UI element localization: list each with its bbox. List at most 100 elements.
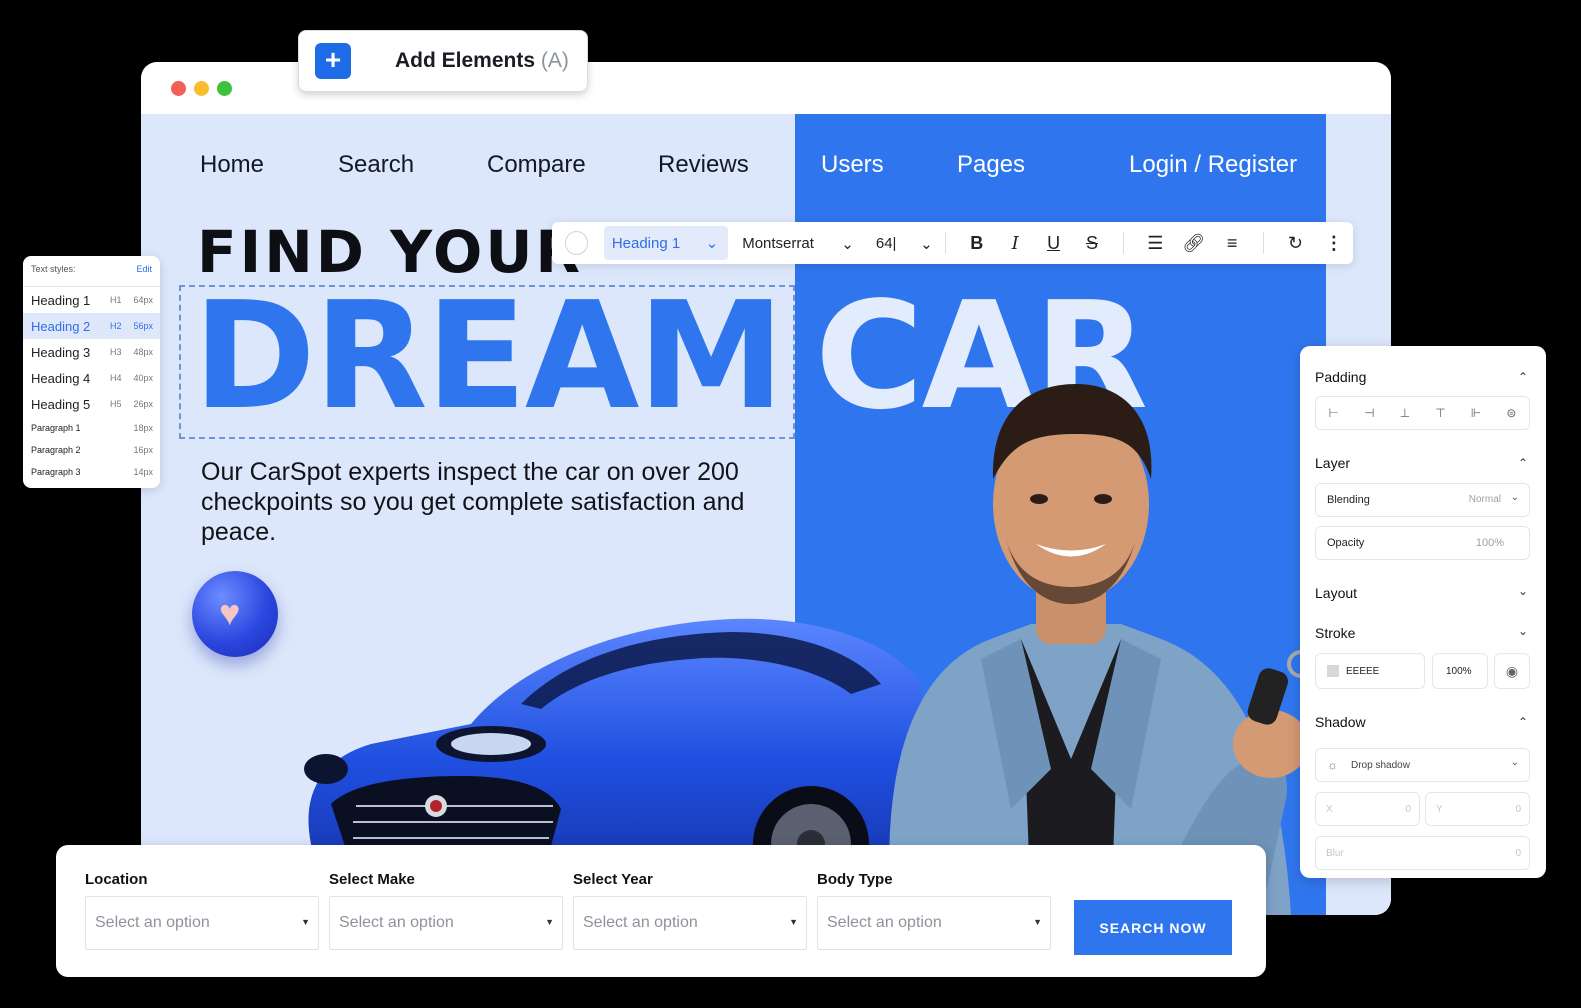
year-select[interactable]: Select an option ▼ bbox=[573, 896, 807, 950]
add-elements-button[interactable]: + Add Elements (A) bbox=[298, 30, 588, 92]
stroke-opacity-field[interactable]: 100% bbox=[1432, 653, 1488, 689]
text-style-tag: H5 bbox=[110, 399, 122, 409]
chevron-up-icon[interactable]: ⌃ bbox=[1518, 715, 1528, 729]
maximize-dot[interactable] bbox=[217, 81, 232, 96]
blending-label: Blending bbox=[1327, 494, 1370, 506]
sun-icon: ☼ bbox=[1327, 758, 1338, 772]
text-styles-edit-link[interactable]: Edit bbox=[136, 264, 152, 274]
nav-home[interactable]: Home bbox=[200, 151, 264, 179]
align-bottom-icon[interactable]: ⊥ bbox=[1400, 406, 1410, 420]
nav-login-register[interactable]: Login / Register bbox=[1129, 151, 1297, 179]
layer-section-title[interactable]: Layer bbox=[1315, 455, 1350, 471]
font-family-dropdown[interactable]: Montserrat ⌄ bbox=[742, 234, 854, 253]
text-style-row[interactable]: Heading 5 H5 26px bbox=[23, 391, 160, 417]
body-type-select[interactable]: Select an option ▼ bbox=[817, 896, 1051, 950]
car-search-form: Location Select an option ▼ Select Make … bbox=[56, 845, 1266, 977]
chevron-down-icon[interactable]: ⌄ bbox=[1518, 584, 1528, 598]
text-style-size: 56px bbox=[133, 321, 153, 331]
align-right-icon[interactable]: ⊣ bbox=[1364, 406, 1374, 420]
strikethrough-icon[interactable]: S bbox=[1078, 233, 1106, 254]
text-style-name: Heading 2 bbox=[31, 318, 91, 334]
shadow-blur-field[interactable]: Blur 0 bbox=[1315, 836, 1530, 870]
text-style-tag: H4 bbox=[110, 373, 122, 383]
chevron-down-icon[interactable]: ⌄ bbox=[1518, 624, 1528, 638]
shadow-type-value: Drop shadow bbox=[1351, 760, 1410, 771]
year-label: Select Year bbox=[573, 871, 653, 888]
plus-icon: + bbox=[315, 43, 351, 79]
minimize-dot[interactable] bbox=[194, 81, 209, 96]
padding-section-title[interactable]: Padding bbox=[1315, 369, 1366, 385]
location-placeholder: Select an option bbox=[95, 914, 210, 931]
align-center-v-icon[interactable]: ⊜ bbox=[1506, 406, 1516, 420]
make-placeholder: Select an option bbox=[339, 914, 454, 931]
text-style-row[interactable]: Paragraph 2 16px bbox=[23, 439, 160, 461]
text-style-dropdown[interactable]: Heading 1 ⌄ bbox=[603, 226, 729, 260]
underline-icon[interactable]: U bbox=[1039, 233, 1067, 254]
text-style-size: 40px bbox=[133, 373, 153, 383]
align-top-icon[interactable]: ⊤ bbox=[1435, 406, 1445, 420]
chevron-up-icon[interactable]: ⌃ bbox=[1518, 456, 1528, 470]
shadow-section-title[interactable]: Shadow bbox=[1315, 714, 1366, 730]
padding-controls: ⊢ ⊣ ⊥ ⊤ ⊩ ⊜ bbox=[1315, 396, 1530, 430]
make-select[interactable]: Select an option ▼ bbox=[329, 896, 563, 950]
location-group: Location Select an option ▼ bbox=[85, 871, 319, 950]
text-style-name: Paragraph 1 bbox=[31, 423, 81, 433]
align-icon[interactable]: ≡ bbox=[1218, 233, 1246, 254]
add-elements-label: Add Elements (A) bbox=[395, 49, 569, 72]
nav-compare[interactable]: Compare bbox=[487, 151, 586, 179]
nav-pages[interactable]: Pages bbox=[957, 151, 1025, 179]
make-label: Select Make bbox=[329, 871, 415, 888]
blending-field[interactable]: Blending Normal ⌄ bbox=[1315, 483, 1530, 517]
caret-down-icon: ▼ bbox=[301, 917, 310, 927]
nav-search[interactable]: Search bbox=[338, 151, 414, 179]
chevron-down-icon: ⌄ bbox=[841, 235, 854, 253]
list-icon[interactable]: ☰ bbox=[1141, 233, 1169, 254]
toolbar-divider bbox=[1123, 232, 1125, 254]
text-style-row[interactable]: Heading 1 H1 64px bbox=[23, 287, 160, 313]
font-size-value: 64| bbox=[875, 234, 897, 252]
more-icon[interactable]: ⋮ bbox=[1320, 233, 1348, 254]
shadow-type-dropdown[interactable]: ☼ Drop shadow ⌄ bbox=[1315, 748, 1530, 782]
search-now-button[interactable]: SEARCH NOW bbox=[1074, 900, 1232, 955]
font-family-value: Montserrat bbox=[742, 234, 814, 252]
text-style-row[interactable]: Heading 4 H4 40px bbox=[23, 365, 160, 391]
chevron-down-icon: ⌄ bbox=[920, 235, 933, 253]
text-styles-list: Heading 1 H1 64px Heading 2 H2 56px Heading 3H… bbox=[23, 287, 160, 483]
stroke-color-field[interactable]: EEEEE bbox=[1315, 653, 1425, 689]
shadow-y-field[interactable]: Y 0 bbox=[1425, 792, 1530, 826]
text-style-row[interactable]: Heading 3 H3 48px bbox=[23, 339, 160, 365]
nav-users[interactable]: Users bbox=[821, 151, 884, 179]
stroke-color-swatch bbox=[1327, 665, 1339, 677]
stroke-section-title[interactable]: Stroke bbox=[1315, 625, 1355, 641]
body-type-label: Body Type bbox=[817, 871, 893, 888]
text-style-row[interactable]: Heading 2 H2 56px bbox=[23, 313, 160, 339]
make-group: Select Make Select an option ▼ bbox=[329, 871, 563, 950]
text-styles-panel: Text styles: Edit Heading 1 H1 64px Heading… bbox=[23, 256, 160, 488]
opacity-field[interactable]: Opacity 100% bbox=[1315, 526, 1530, 560]
shadow-blur-label: Blur bbox=[1326, 848, 1344, 859]
text-style-size: 18px bbox=[133, 423, 153, 433]
bold-icon[interactable]: B bbox=[963, 233, 991, 254]
shadow-x-field[interactable]: X 0 bbox=[1315, 792, 1420, 826]
hero-heading-dream[interactable]: DREAM bbox=[193, 282, 785, 430]
link-icon[interactable]: 🔗︎ bbox=[1180, 233, 1208, 254]
chevron-down-icon: ⌄ bbox=[705, 235, 719, 252]
font-size-dropdown[interactable]: 64| ⌄ bbox=[875, 234, 933, 253]
text-style-row[interactable]: Paragraph 1 18px bbox=[23, 417, 160, 439]
color-swatch[interactable] bbox=[565, 231, 588, 255]
align-center-h-icon[interactable]: ⊩ bbox=[1471, 406, 1481, 420]
rotate-icon[interactable]: ↻ bbox=[1281, 233, 1309, 254]
text-style-size: 48px bbox=[133, 347, 153, 357]
nav-reviews[interactable]: Reviews bbox=[658, 151, 749, 179]
layout-section-title[interactable]: Layout bbox=[1315, 585, 1357, 601]
shadow-blur-value: 0 bbox=[1515, 848, 1521, 859]
text-style-row[interactable]: Paragraph 3 14px bbox=[23, 461, 160, 483]
browser-window: Home Search Compare Reviews Users Pages … bbox=[141, 62, 1391, 915]
italic-icon[interactable]: I bbox=[1001, 233, 1029, 254]
align-left-icon[interactable]: ⊢ bbox=[1329, 406, 1339, 420]
chevron-up-icon[interactable]: ⌃ bbox=[1518, 370, 1528, 384]
close-dot[interactable] bbox=[171, 81, 186, 96]
location-select[interactable]: Select an option ▼ bbox=[85, 896, 319, 950]
eye-icon[interactable]: ◉ bbox=[1494, 653, 1530, 689]
text-style-size: 26px bbox=[133, 399, 153, 409]
